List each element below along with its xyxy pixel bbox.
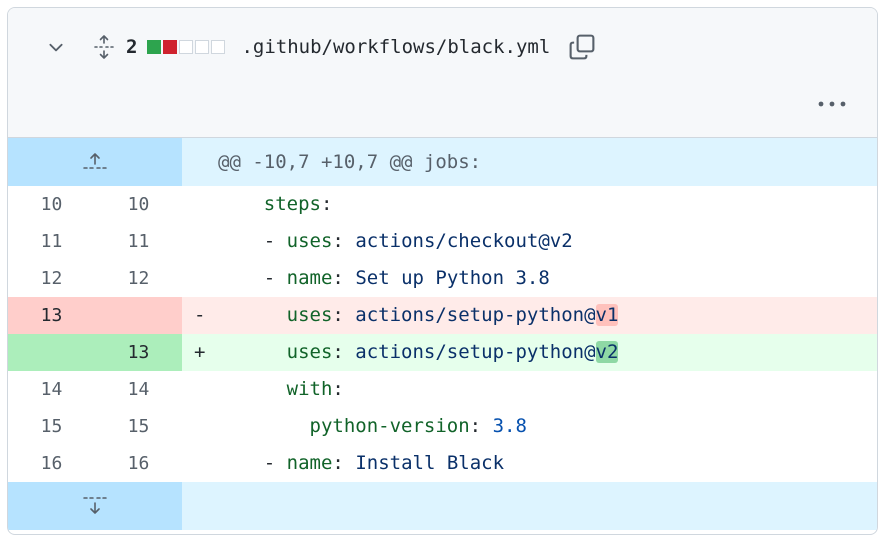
- fold-up-icon[interactable]: [8, 138, 182, 186]
- old-line-number[interactable]: 10: [8, 186, 95, 223]
- new-line-number[interactable]: 11: [95, 223, 182, 260]
- new-line-number[interactable]: 12: [95, 260, 182, 297]
- code-token: :: [332, 378, 344, 400]
- file-path[interactable]: .github/workflows/black.yml: [241, 36, 550, 58]
- code-token: python-version: [309, 415, 470, 437]
- diff-row: 13 - uses: actions/setup-python@v1: [8, 297, 877, 334]
- diffstat-count: 2: [126, 36, 138, 58]
- code-line: - uses: actions/checkout@v2: [182, 223, 877, 260]
- code-line: - name: Install Black: [182, 445, 877, 482]
- code-token: -: [263, 452, 287, 474]
- diff-row: 15 15 python-version: 3.8: [8, 408, 877, 445]
- code-token: :: [332, 230, 356, 252]
- diffstat-block-del: [163, 40, 178, 54]
- code-token: actions/checkout@v2: [355, 230, 573, 252]
- code-line: steps:: [182, 186, 877, 223]
- code-line: with:: [182, 371, 877, 408]
- code-token: uses: [286, 341, 333, 363]
- code-token: steps: [263, 193, 321, 215]
- diff-row: 12 12 - name: Set up Python 3.8: [8, 260, 877, 297]
- code-token: actions/setup-python@: [355, 341, 596, 363]
- old-line-number[interactable]: 14: [8, 371, 95, 408]
- code-token: uses: [286, 304, 333, 326]
- diffstat-block-neutral: [179, 40, 194, 54]
- diff-marker: -: [194, 304, 206, 326]
- unfold-icon[interactable]: [92, 33, 116, 61]
- code-token: -: [263, 267, 287, 289]
- code-token: with: [286, 378, 333, 400]
- diffstat-block-neutral: [195, 40, 210, 54]
- new-line-number[interactable]: 15: [95, 408, 182, 445]
- chevron-down-icon[interactable]: [46, 37, 66, 57]
- diffstat-block-add: [147, 40, 162, 54]
- file-header-left: 2 .github/workflows/black.yml: [46, 31, 598, 63]
- diffstat-blocks: [147, 40, 227, 54]
- diff-row: 10 10 steps:: [8, 186, 877, 223]
- new-line-number[interactable]: [95, 297, 182, 334]
- code-token: :: [469, 415, 493, 437]
- hunk-header-text: @@ -10,7 +10,7 @@ jobs:: [182, 138, 877, 186]
- fold-down-icon[interactable]: [8, 482, 182, 530]
- code-token: Set up Python 3.8: [355, 267, 550, 289]
- code-line: + uses: actions/setup-python@v2: [182, 334, 877, 371]
- diff-table: @@ -10,7 +10,7 @@ jobs: 10 10 steps: 11 11 …: [8, 138, 877, 530]
- hunk-header-row: @@ -10,7 +10,7 @@ jobs:: [8, 138, 877, 186]
- new-line-number[interactable]: 14: [95, 371, 182, 408]
- code-token: name: [286, 267, 333, 289]
- old-line-number[interactable]: 12: [8, 260, 95, 297]
- code-token: :: [320, 193, 333, 215]
- file-header: 2 .github/workflows/black.yml: [8, 8, 877, 138]
- code-token: v1: [595, 304, 619, 326]
- diff-marker: +: [194, 341, 206, 363]
- diff-row: 14 14 with:: [8, 371, 877, 408]
- old-line-number[interactable]: 15: [8, 408, 95, 445]
- old-line-number[interactable]: [8, 334, 95, 371]
- new-line-number[interactable]: 16: [95, 445, 182, 482]
- copy-icon[interactable]: [566, 31, 598, 63]
- code-token: uses: [286, 230, 333, 252]
- new-line-number[interactable]: 13: [95, 334, 182, 371]
- code-token: name: [286, 452, 333, 474]
- diffstat-block-neutral: [211, 40, 226, 54]
- kebab-horizontal-icon[interactable]: [815, 92, 849, 116]
- diff-row: 16 16 - name: Install Black: [8, 445, 877, 482]
- code-token: actions/setup-python@: [355, 304, 596, 326]
- code-token: -: [263, 230, 287, 252]
- code-token: :: [332, 452, 356, 474]
- diff-row: 11 11 - uses: actions/checkout@v2: [8, 223, 877, 260]
- new-line-number[interactable]: 10: [95, 186, 182, 223]
- diff-lines: 10 10 steps: 11 11 - uses: actions/checkout…: [8, 186, 877, 482]
- code-token: Install Black: [355, 452, 505, 474]
- code-token: :: [332, 304, 356, 326]
- expand-down-row: [8, 482, 877, 530]
- code-token: :: [332, 267, 356, 289]
- code-token: 3.8: [492, 415, 527, 437]
- code-line: python-version: 3.8: [182, 408, 877, 445]
- expand-down-spacer: [182, 482, 877, 530]
- diff-row: 13 + uses: actions/setup-python@v2: [8, 334, 877, 371]
- old-line-number[interactable]: 16: [8, 445, 95, 482]
- diff-file-container: 2 .github/workflows/black.yml @@ -10,7 +…: [7, 7, 878, 535]
- code-token: v2: [595, 341, 619, 363]
- old-line-number[interactable]: 13: [8, 297, 95, 334]
- code-line: - uses: actions/setup-python@v1: [182, 297, 877, 334]
- old-line-number[interactable]: 11: [8, 223, 95, 260]
- code-line: - name: Set up Python 3.8: [182, 260, 877, 297]
- code-token: :: [332, 341, 356, 363]
